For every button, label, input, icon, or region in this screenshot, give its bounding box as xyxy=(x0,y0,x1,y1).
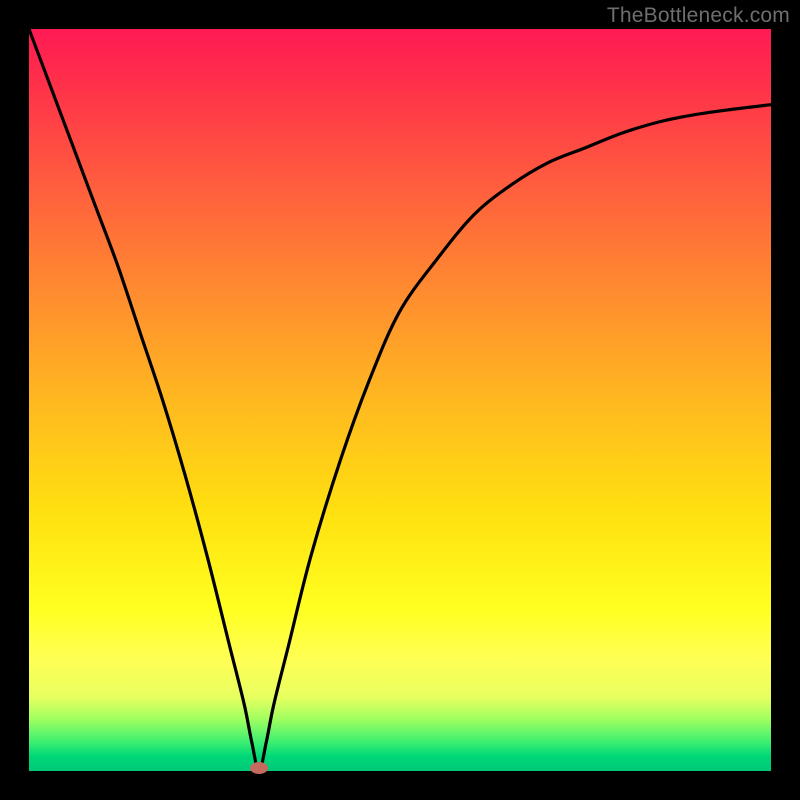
watermark-text: TheBottleneck.com xyxy=(607,4,790,28)
plot-area xyxy=(29,29,771,771)
chart-frame: TheBottleneck.com xyxy=(0,0,800,800)
bottleneck-curve xyxy=(29,29,771,771)
curve-path xyxy=(29,29,771,771)
minimum-marker xyxy=(250,762,268,774)
